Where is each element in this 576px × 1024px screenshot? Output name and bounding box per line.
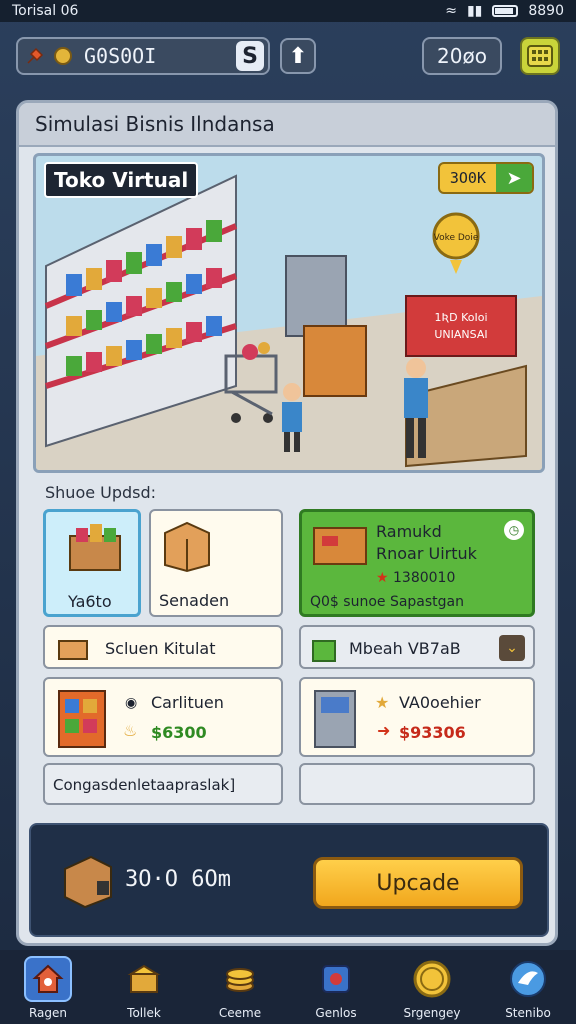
card-price: ★ 1380010 xyxy=(376,570,455,586)
scene-title: Toko Virtual xyxy=(44,162,199,198)
bell-icon: ♨ xyxy=(123,721,138,740)
card-price: $93306 xyxy=(399,723,466,742)
panel-title: Simulasi Bisnis Ilndansa xyxy=(19,103,555,147)
store-icon xyxy=(120,956,168,1002)
business-panel: Simulasi Bisnis Ilndansa Voke Doie 1ƦD K… xyxy=(16,100,558,946)
card-title-1: Ramukd xyxy=(376,522,442,541)
card-name: Carlituen xyxy=(151,693,224,712)
star-icon: ★ xyxy=(375,693,390,712)
top-hud: G0S0OI S ⬆ 20øo xyxy=(16,36,560,76)
pin-icon xyxy=(24,45,46,67)
target-icon: ◉ xyxy=(125,695,138,711)
console-icon xyxy=(312,956,360,1002)
status-bar: Torisal 06 ≈ ▮▮ 8890 xyxy=(0,0,576,22)
lightning-icon: ➜ xyxy=(377,721,391,740)
nav-item-coins[interactable]: Ceeme xyxy=(200,956,280,1020)
coin-value: G0S0OI xyxy=(84,44,157,68)
register-machine xyxy=(285,255,347,337)
row-label: Mbeah VB7aB xyxy=(349,639,461,658)
upgrade-row-config[interactable]: Congasdenletaapraslak] xyxy=(43,763,283,805)
coin-stack-icon xyxy=(216,956,264,1002)
row-label: Congasdenletaapraslak] xyxy=(53,776,236,794)
green-cube-icon xyxy=(312,640,336,662)
status-clock: 8890 xyxy=(528,3,564,19)
store-illustration: Voke Doie 1ƦD KoIoi UNIANSAI xyxy=(36,174,542,470)
card-name: VA0oehier xyxy=(399,693,481,712)
timer-icon: ◷ xyxy=(504,520,524,540)
gold-coin-icon xyxy=(408,956,456,1002)
machine-icon xyxy=(314,690,356,748)
nav-item-store[interactable]: Tollek xyxy=(104,956,184,1020)
nav-item-general[interactable]: Genlos xyxy=(296,956,376,1020)
card-price: $6300 xyxy=(151,723,207,742)
battery-icon xyxy=(492,5,519,17)
currency-button[interactable]: S xyxy=(236,41,264,71)
chevron-down-icon[interactable]: ⌄ xyxy=(499,635,525,661)
upgrade-card-shelf[interactable]: ◉ Carlituen ♨ $6300 xyxy=(43,677,283,757)
upgrade-price: 3O·O 6Om xyxy=(125,867,231,892)
upgrade-card-machine[interactable]: ★ VA0oehier ➜ $93306 xyxy=(299,677,535,757)
row-label: Scluen Kitulat xyxy=(105,639,216,658)
nav-label: Stenibo xyxy=(505,1006,551,1020)
crate-icon xyxy=(58,640,88,660)
boost-icon[interactable]: ➤ xyxy=(496,164,532,192)
product-box xyxy=(303,325,367,397)
coin-counter[interactable]: G0S0OI S xyxy=(16,37,270,75)
card-label: Ya6to xyxy=(68,592,112,611)
product-box-icon xyxy=(313,527,367,565)
card-title-2: Rnoar Uirtuk xyxy=(376,544,477,563)
card-label: Senaden xyxy=(159,591,230,610)
bottom-nav: Ragen Tollek Ceeme Genlos Srgengey Steni… xyxy=(0,950,576,1024)
income-badge[interactable]: 3O0K ➤ xyxy=(437,162,534,194)
nav-item-settings[interactable]: Stenibo xyxy=(488,956,568,1020)
upgrade-card-box[interactable]: Senaden xyxy=(149,509,283,617)
nav-label: Ragen xyxy=(28,1006,68,1020)
star-icon: ★ xyxy=(376,570,389,586)
signal-icon: ▮▮ xyxy=(466,3,483,19)
store-scene[interactable]: Voke Doie 1ƦD KoIoi UNIANSAI Toko Virtua… xyxy=(33,153,545,473)
box-icon xyxy=(164,521,210,573)
nav-label: Srgengey xyxy=(403,1006,461,1020)
coin-icon xyxy=(54,47,72,65)
wifi-icon: ≈ xyxy=(445,3,457,19)
card-price-value: 1380010 xyxy=(393,570,456,586)
nav-label: Genlos xyxy=(315,1006,357,1020)
upgrade-button[interactable]: Upcade xyxy=(313,857,523,909)
status-time: Torisal 06 xyxy=(12,3,79,19)
cardboard-box-icon xyxy=(64,855,112,909)
arrow-down-icon xyxy=(450,260,462,274)
percent-display: 20øo xyxy=(422,37,502,75)
upgrade-row-virtual[interactable]: Scluen Kitulat xyxy=(43,625,283,669)
shelf-box-icon xyxy=(58,690,106,748)
bird-icon xyxy=(504,956,552,1002)
upgrade-card-basket[interactable]: Ya6to xyxy=(43,509,141,617)
counter-sign-line2: UNIANSAI xyxy=(434,328,487,341)
purchase-bar: 3O·O 6Om Upcade xyxy=(29,823,549,937)
section-label: Shuoe Updsd: xyxy=(45,483,157,502)
basket-icon xyxy=(69,524,121,571)
nav-item-home[interactable]: Ragen xyxy=(8,956,88,1020)
house-icon xyxy=(24,956,72,1002)
counter-sign-line1: 1ƦD KoIoi xyxy=(434,311,487,324)
gem-button[interactable]: ⬆ xyxy=(280,38,316,74)
sign-bubble-text: Voke Doie xyxy=(434,233,479,243)
upgrade-row-green[interactable]: Mbeah VB7aB ⌄ xyxy=(299,625,535,669)
income-amount: 3O0K xyxy=(449,169,486,187)
nav-label: Ceeme xyxy=(218,1006,262,1020)
menu-button[interactable] xyxy=(520,37,560,75)
upgrade-card-featured[interactable]: Ramukd Rnoar Uirtuk ★ 1380010 Q0$ sunoe … xyxy=(299,509,535,617)
nav-label: Tollek xyxy=(127,1006,161,1020)
upgrade-row-empty[interactable] xyxy=(299,763,535,805)
card-footer: Q0$ sunoe Sapastgan xyxy=(310,594,465,610)
grid-menu-icon xyxy=(527,45,553,67)
nav-item-energy[interactable]: Srgengey xyxy=(392,956,472,1020)
